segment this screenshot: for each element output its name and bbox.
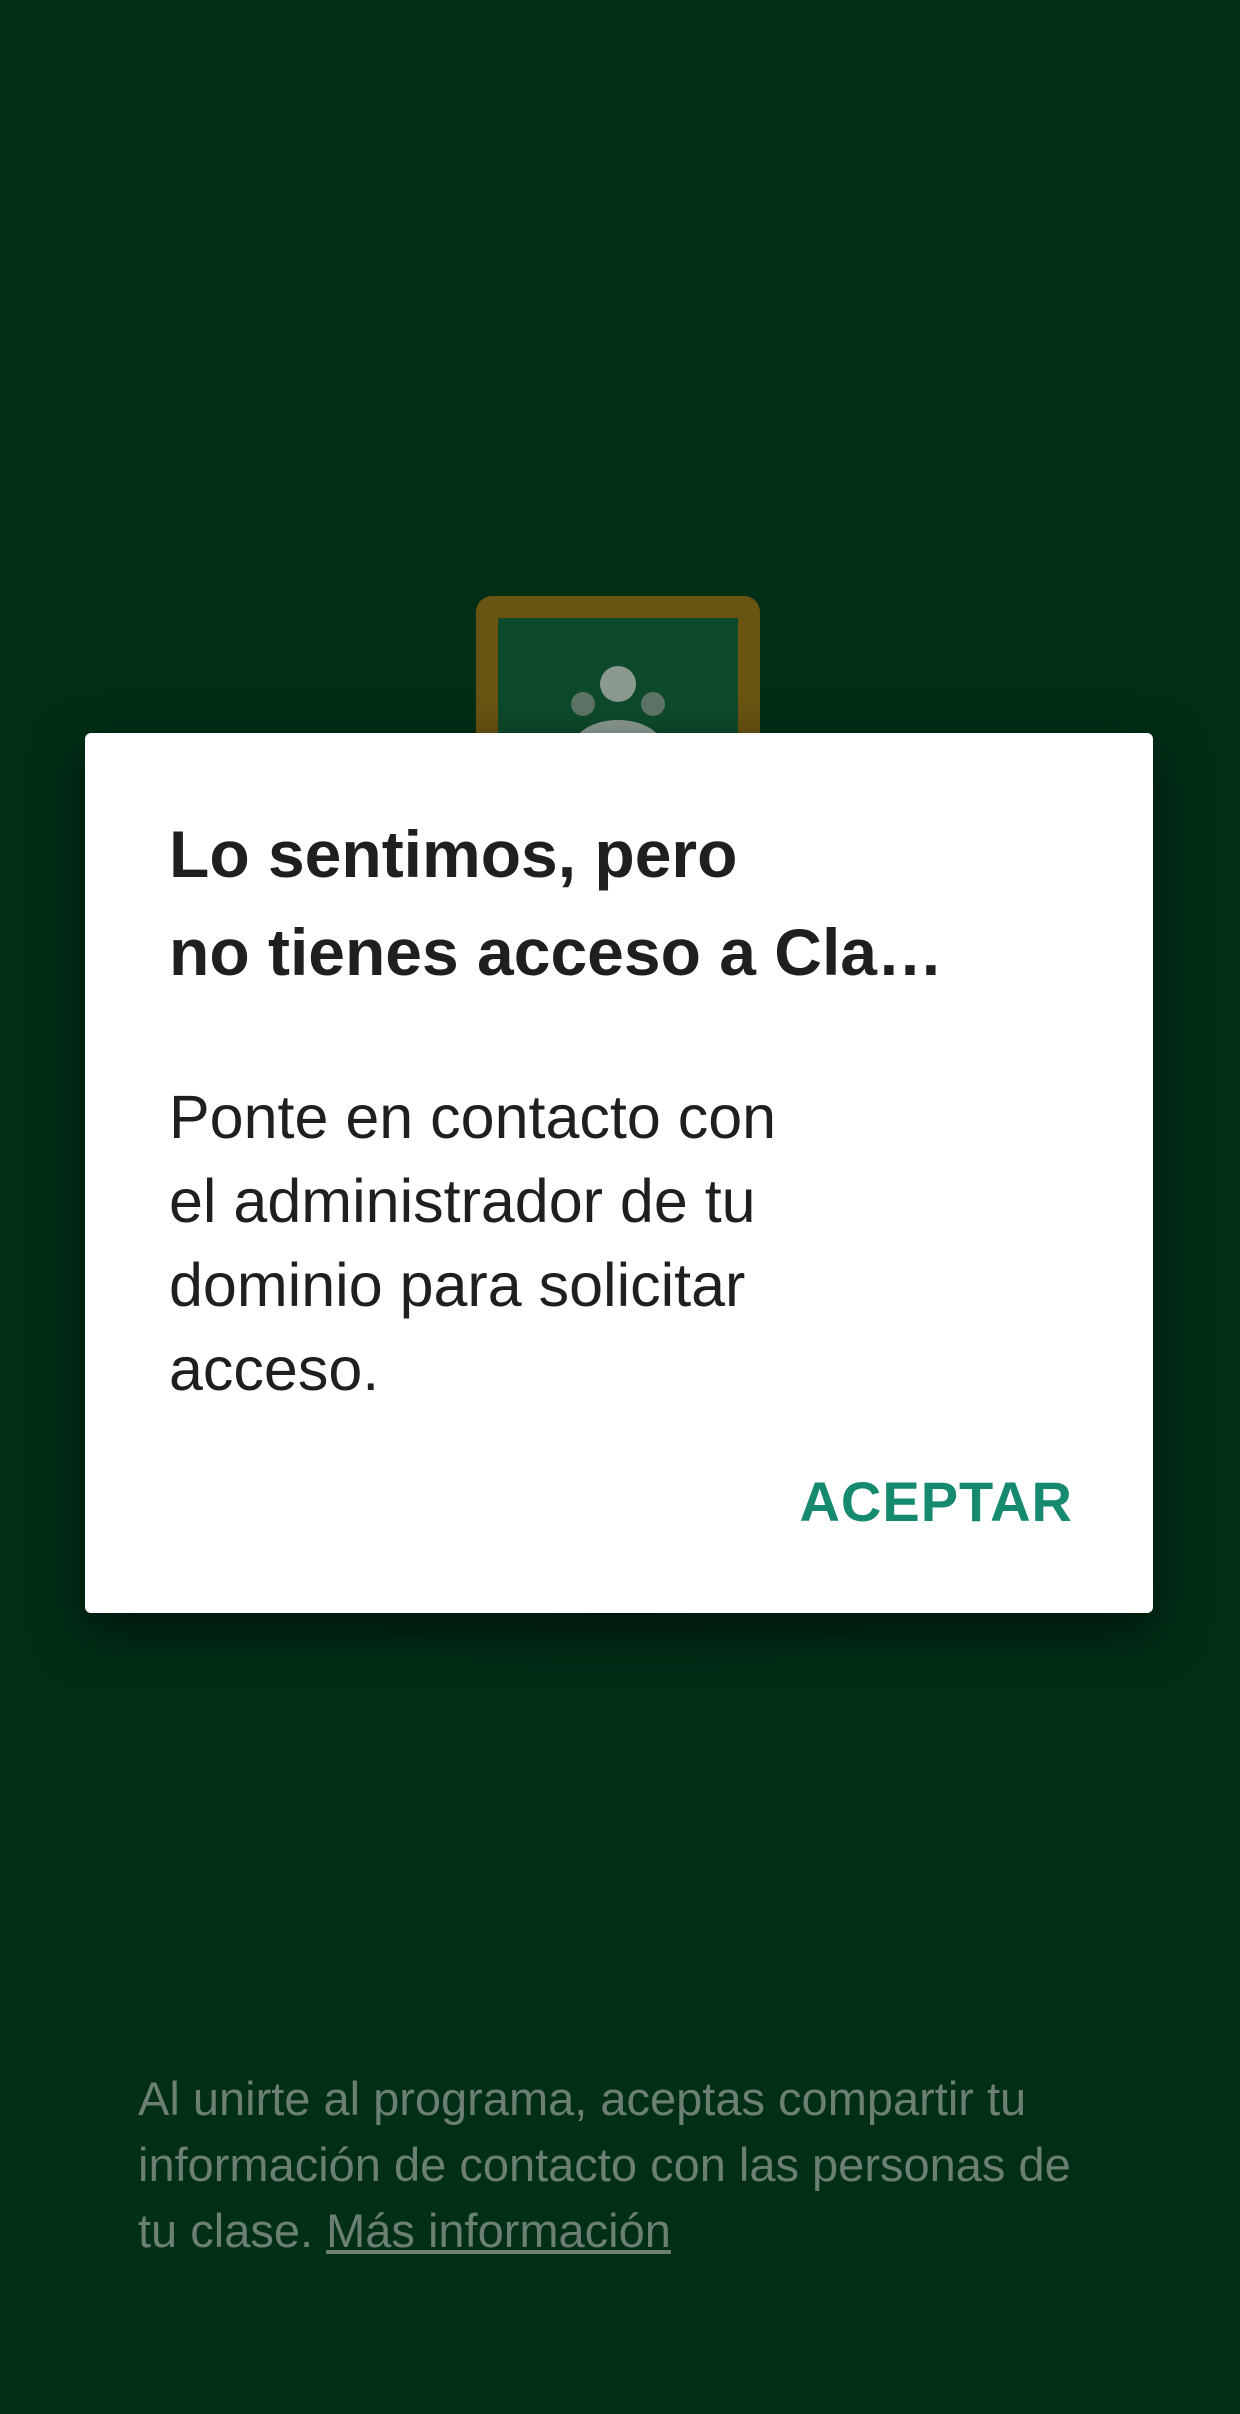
access-denied-dialog: Lo sentimos, pero no tienes acceso a Cla…	[85, 733, 1153, 1613]
accept-button[interactable]: ACEPTAR	[799, 1469, 1073, 1534]
footer-disclaimer: Al unirte al programa, aceptas compartir…	[138, 2066, 1098, 2264]
more-info-link[interactable]: Más información	[326, 2204, 671, 2257]
dialog-message: Ponte en contacto con el administrador d…	[169, 1083, 777, 1403]
dialog-title: Lo sentimos, pero no tienes acceso a Cla…	[169, 817, 943, 989]
